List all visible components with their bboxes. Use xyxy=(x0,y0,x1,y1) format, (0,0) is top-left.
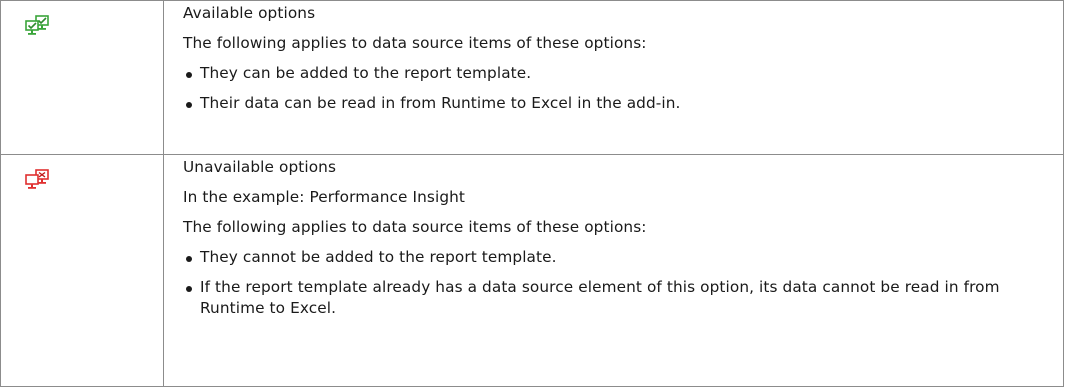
list-item: They can be added to the report template… xyxy=(183,57,1063,87)
bullet-text: They cannot be added to the report templ… xyxy=(200,248,557,266)
option-title: Available options xyxy=(183,4,316,22)
table-row-unavailable: Unavailable options In the example: Perf… xyxy=(0,154,1064,387)
example-note: In the example: Performance Insight xyxy=(183,188,466,206)
list-item: They cannot be added to the report templ… xyxy=(183,241,1063,271)
options-available-green-icon xyxy=(25,15,53,37)
list-item: If the report template already has a dat… xyxy=(183,271,1063,322)
description-cell: Available options The following applies … xyxy=(163,0,1064,155)
icon-cell xyxy=(0,0,164,155)
options-unavailable-red-icon xyxy=(25,169,53,191)
bullet-text: If the report template already has a dat… xyxy=(200,278,1000,317)
list-item: Their data can be read in from Runtime t… xyxy=(183,87,1063,117)
bullet-text: Their data can be read in from Runtime t… xyxy=(200,94,681,112)
applies-intro: The following applies to data source ite… xyxy=(183,34,647,52)
description-cell: Unavailable options In the example: Perf… xyxy=(163,154,1064,387)
icon-cell xyxy=(0,154,164,387)
options-table: Available options The following applies … xyxy=(0,0,1064,387)
applies-intro: The following applies to data source ite… xyxy=(183,218,647,236)
option-title: Unavailable options xyxy=(183,158,337,176)
table-row-available: Available options The following applies … xyxy=(0,0,1064,155)
bullet-text: They can be added to the report template… xyxy=(200,64,532,82)
